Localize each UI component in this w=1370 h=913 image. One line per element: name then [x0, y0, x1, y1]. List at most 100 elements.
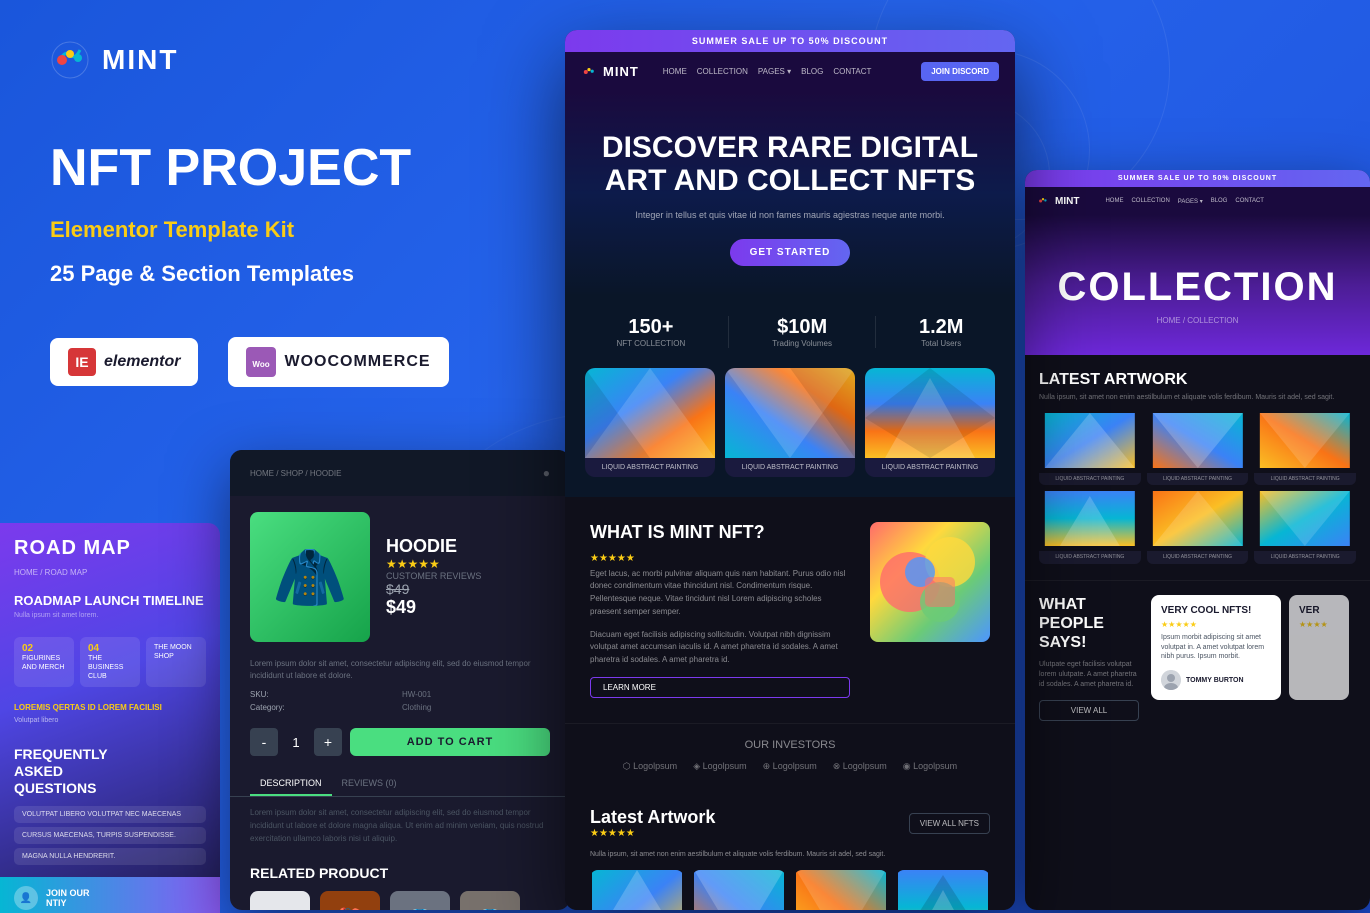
roadmap-title: ROAD MAP: [0, 523, 220, 568]
test-avatar-1: [1161, 670, 1181, 690]
road-lorem: LOREMIS QERTAS ID LOREM FACILISI Volutpa…: [0, 695, 220, 734]
product-rating: CUSTOMER REVIEWS: [386, 571, 550, 581]
faq-title: FREQUENTLYASKEDQUESTIONS: [14, 746, 206, 796]
add-to-cart-button[interactable]: ADD TO CART: [350, 728, 550, 756]
nft-project-title: NFT PROJECT: [50, 140, 510, 197]
stat-divider-2: [875, 316, 876, 348]
lar-img-4: [1039, 491, 1141, 546]
collection-breadcrumb: HOME / COLLECTION: [1045, 316, 1350, 325]
product-tabs: DESCRIPTION REVIEWS (0): [230, 764, 570, 797]
test-desc: Ulutpate eget facilisis volutpat lorem u…: [1039, 660, 1139, 689]
test-card-desc-1: Ipsum morbit adipiscing sit amet volutpa…: [1161, 633, 1271, 662]
view-all-button[interactable]: VIEW ALL NFTS: [909, 813, 990, 834]
what-title: WHAT IS MINT NFT?: [590, 522, 850, 543]
lorem-title: LOREMIS QERTAS ID LOREM FACILISI: [14, 703, 206, 712]
join-icon: 👤: [14, 886, 38, 910]
nav-logo: MINT: [581, 64, 639, 80]
nav-contact[interactable]: CONTACT: [833, 67, 871, 76]
lar-label-1: LIQUID ABSTRACT PAINTING: [1039, 473, 1141, 486]
la-title: Latest Artwork: [590, 807, 715, 828]
faq-items: VOLUTPAT LIBERO VOLUTPAT NEC MAECENAS CU…: [14, 806, 206, 865]
stat-trading-label: Trading Volumes: [772, 339, 832, 348]
discord-button[interactable]: JOIN DISCORD: [921, 62, 999, 81]
woocommerce-badge: Woo WOOCOMMERCE: [228, 337, 448, 387]
get-started-button[interactable]: GET STARTED: [730, 239, 851, 266]
mint-nav: MINT HOME COLLECTION PAGES ▾ BLOG CONTAC…: [565, 52, 1015, 91]
lorem-text: Volutpat libero: [14, 716, 206, 726]
related-img-2: 🎒: [320, 891, 380, 910]
product-attrs: SKU: HW-001 Category: Clothing: [230, 682, 570, 720]
investors-logos: ⬡ Logolpsum ◈ Logolpsum ⊕ Logolpsum ⊗ Lo…: [590, 761, 990, 772]
investor-2: ◈ Logolpsum: [693, 761, 746, 772]
tab-description[interactable]: DESCRIPTION: [250, 772, 332, 796]
right-nav: MINT HOME COLLECTION PAGES ▾ BLOG CONTAC…: [1025, 187, 1370, 215]
product-info: HOODIE ★★★★★ CUSTOMER REVIEWS $49 $49: [386, 536, 550, 618]
product-title: HOODIE: [386, 536, 550, 557]
qty-increase-btn[interactable]: +: [314, 728, 342, 756]
what-stars: ★★★★★: [590, 553, 850, 564]
right-nav-pages[interactable]: PAGES ▾: [1178, 198, 1203, 205]
hero-subtitle: Integer in tellus et quis vitae id non f…: [595, 209, 985, 223]
road-timeline: ROADMAP LAUNCH TIMELINE Nulla ipsum sit …: [0, 583, 220, 629]
nft-art-2: [725, 368, 855, 458]
related-item-3: 👕 T-SHIRTS ★★★★★: [390, 891, 450, 910]
test-content-row: WHATPEOPLESAYS! Ulutpate eget facilisis …: [1039, 595, 1356, 721]
product-image: 🧥: [250, 512, 370, 642]
right-nav-contact[interactable]: CONTACT: [1235, 198, 1264, 205]
related-title: RELATED PRODUCT: [250, 865, 550, 881]
collection-title: COLLECTION: [1045, 265, 1350, 310]
product-stars: ★★★★★: [386, 557, 550, 571]
lar-desc: Nulla ipsum, sit amet non enim aestilbul…: [1039, 393, 1356, 403]
test-card-1: VERY COOL NFTS! ★★★★★ Ipsum morbit adipi…: [1151, 595, 1281, 700]
learn-more-button[interactable]: LEARN MORE: [590, 677, 850, 698]
investors-section: OUR INVESTORS ⬡ Logolpsum ◈ Logolpsum ⊕ …: [565, 723, 1015, 787]
logo-text: MINT: [102, 44, 178, 76]
faq-item-2: CURSUS MAECENAS, TURPIS SUSPENDISSE.: [14, 827, 206, 844]
road-item-3: THE MOON SHOP: [146, 637, 206, 687]
product-header: HOME / SHOP / HOODIE ●: [230, 450, 570, 496]
art-item-3: LIQUID ABSTRACT PAINTING: [794, 870, 888, 910]
right-screen: SUMMER SALE UP TO 50% DISCOUNT MINT HOME…: [1025, 170, 1370, 910]
test-author-name-1: TOMMY BURTON: [1186, 677, 1244, 684]
product-price: $49: [386, 597, 550, 618]
nav-home[interactable]: HOME: [663, 67, 687, 76]
nav-pages[interactable]: PAGES ▾: [758, 67, 791, 76]
related-section: RELATED PRODUCT 🧢 BASEBALL HATS ★★★★★ 🎒 …: [230, 855, 570, 910]
right-nav-logo: MINT: [1037, 195, 1087, 207]
product-dot: ●: [543, 466, 550, 480]
roadmap-join-bar: 👤 JOIN OURNTIY: [0, 877, 220, 913]
lar-item-5: LIQUID ABSTRACT PAINTING: [1147, 491, 1249, 564]
qty-decrease-btn[interactable]: -: [250, 728, 278, 756]
stat-users: 1.2M Total Users: [919, 316, 963, 348]
tab-reviews[interactable]: REVIEWS (0): [332, 772, 407, 796]
faq-item-3: MAGNA NULLA HENDRERIT.: [14, 848, 206, 865]
test-card-author-1: TOMMY BURTON: [1161, 670, 1271, 690]
related-img-1: 🧢: [250, 891, 310, 910]
art-img-2: [692, 870, 786, 910]
right-nav-blog[interactable]: BLOG: [1211, 198, 1228, 205]
nft-card-label-1: LIQUID ABSTRACT PAINTING: [585, 458, 715, 477]
stats-row: 150+ NFT COLLECTION $10M Trading Volumes…: [565, 296, 1015, 368]
attr-sku-val: HW-001: [402, 690, 550, 699]
road-item-2: 04 THE BUSINESS CLUB: [80, 637, 140, 687]
test-card-title-2: VER: [1299, 605, 1339, 616]
right-nav-home[interactable]: HOME: [1105, 198, 1123, 205]
nav-blog[interactable]: BLOG: [801, 67, 823, 76]
description-content: Lorem ipsum dolor sit amet, consectetur …: [230, 797, 570, 855]
nav-collection[interactable]: COLLECTION: [697, 67, 748, 76]
related-item-4: 👕 T-SHIRT ★★★★★: [460, 891, 520, 910]
stat-nft-label: NFT COLLECTION: [617, 339, 686, 348]
what-text: WHAT IS MINT NFT? ★★★★★ Eget lacus, ac m…: [590, 522, 850, 699]
stat-users-label: Total Users: [919, 339, 963, 348]
what-desc2: Diacuam eget facilisis adipiscing sollic…: [590, 629, 850, 667]
lar-label-6: LIQUID ABSTRACT PAINTING: [1254, 551, 1356, 564]
art-grid: LIQUID ABSTRACT PAINTING LIQUID ABSTRACT…: [590, 870, 990, 910]
art-img-4: [896, 870, 990, 910]
art-img-1: [590, 870, 684, 910]
view-all-btn[interactable]: VIEW ALL: [1039, 700, 1139, 721]
nft-card-2: LIQUID ABSTRACT PAINTING: [725, 368, 855, 477]
lar-img-1: [1039, 413, 1141, 468]
test-card-2: VER ★★★★: [1289, 595, 1349, 700]
collection-hero: COLLECTION HOME / COLLECTION: [1025, 215, 1370, 355]
right-nav-collection[interactable]: COLLECTION: [1131, 198, 1169, 205]
